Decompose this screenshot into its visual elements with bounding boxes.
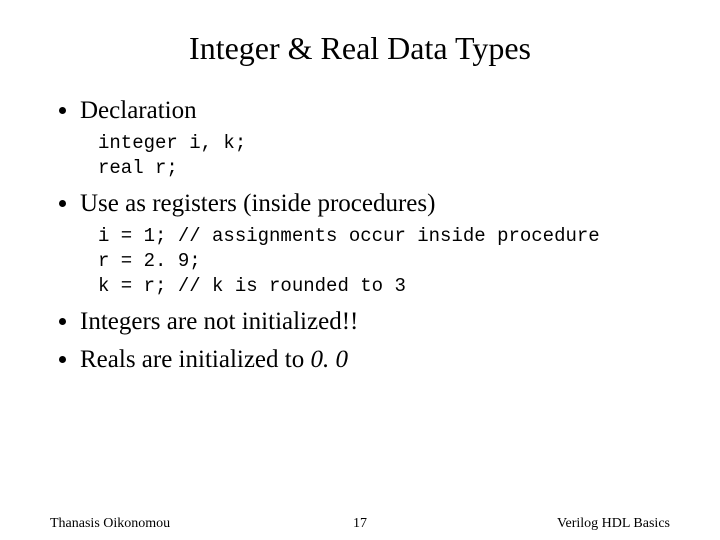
bullet-text: Integers are not initialized!!: [80, 308, 358, 335]
bullet-registers: Use as registers (inside procedures): [80, 190, 670, 218]
bullet-list: Use as registers (inside procedures): [50, 190, 670, 218]
bullet-integers-init: Integers are not initialized!!: [80, 308, 670, 336]
slide-title: Integer & Real Data Types: [50, 30, 670, 67]
bullet-text: Reals are initialized to: [80, 346, 310, 373]
bullet-text: Use as registers (inside procedures): [80, 190, 435, 217]
bullet-reals-init: Reals are initialized to 0. 0: [80, 346, 670, 374]
bullet-list: Integers are not initialized!! Reals are…: [50, 308, 670, 374]
code-block-assignments: i = 1; // assignments occur inside proce…: [98, 224, 670, 298]
bullet-declaration: Declaration: [80, 97, 670, 125]
slide: Integer & Real Data Types Declaration in…: [0, 0, 720, 540]
italic-value: 0. 0: [310, 346, 348, 373]
footer-course: Verilog HDL Basics: [557, 516, 670, 532]
bullet-text: Declaration: [80, 97, 197, 124]
bullet-list: Declaration: [50, 97, 670, 125]
code-block-declaration: integer i, k; real r;: [98, 131, 670, 180]
